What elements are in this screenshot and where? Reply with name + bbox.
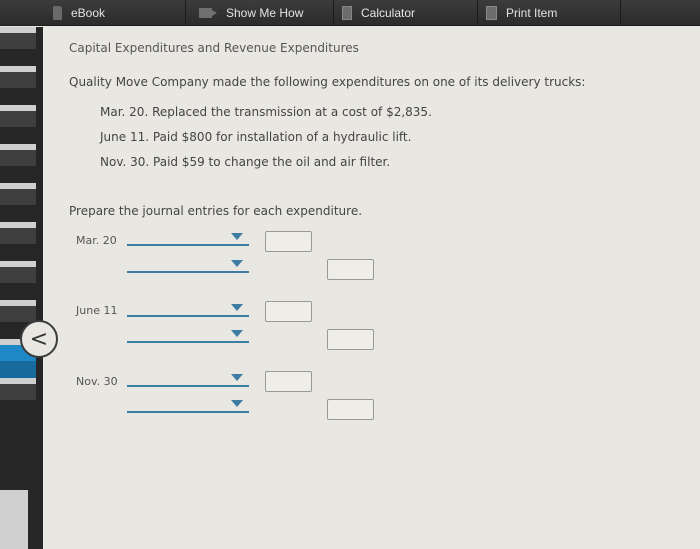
book-icon (53, 6, 62, 20)
expenditure-item: June 11. Paid $800 for installation of a… (100, 130, 412, 144)
credit-amount-input[interactable] (327, 399, 374, 420)
debit-amount-input[interactable] (265, 301, 312, 322)
toolbar-divider (620, 0, 621, 26)
print-item-button[interactable]: Print Item (486, 0, 557, 26)
expenditure-item: Mar. 20. Replaced the transmission at a … (100, 105, 432, 119)
nav-item[interactable] (0, 144, 36, 183)
print-icon (486, 6, 497, 20)
debit-account-dropdown[interactable] (127, 303, 249, 317)
calculator-button[interactable]: Calculator (342, 0, 415, 26)
dropdown-arrow-icon (231, 374, 243, 381)
debit-account-dropdown[interactable] (127, 373, 249, 387)
nav-item[interactable] (0, 183, 36, 222)
toolbar-divider (185, 0, 186, 26)
credit-amount-input[interactable] (327, 259, 374, 280)
entry-date: Mar. 20 (76, 234, 117, 247)
dropdown-arrow-icon (231, 330, 243, 337)
nav-item[interactable] (0, 261, 36, 300)
credit-account-dropdown[interactable] (127, 259, 249, 273)
credit-account-dropdown[interactable] (127, 399, 249, 413)
toolbar-divider (333, 0, 334, 26)
show-me-how-button[interactable]: Show Me How (199, 0, 303, 26)
credit-account-dropdown[interactable] (127, 329, 249, 343)
problem-content: Capital Expenditures and Revenue Expendi… (43, 27, 700, 549)
ebook-button[interactable]: eBook (53, 0, 105, 26)
debit-account-dropdown[interactable] (127, 232, 249, 246)
print-item-label: Print Item (506, 6, 558, 20)
expenditure-item: Nov. 30. Paid $59 to change the oil and … (100, 155, 391, 169)
calculator-icon (342, 6, 352, 20)
debit-amount-input[interactable] (265, 231, 312, 252)
calculator-label: Calculator (361, 6, 416, 20)
nav-item[interactable] (0, 27, 36, 66)
problem-title: Capital Expenditures and Revenue Expendi… (69, 41, 359, 55)
nav-item[interactable] (0, 105, 36, 144)
nav-panel-bottom (0, 490, 28, 549)
nav-item[interactable] (0, 66, 36, 105)
problem-intro: Quality Move Company made the following … (69, 75, 586, 89)
nav-item[interactable] (0, 222, 36, 261)
entry-date: Nov. 30 (76, 375, 118, 388)
dropdown-arrow-icon (231, 260, 243, 267)
toolbar-divider (477, 0, 478, 26)
nav-item[interactable] (0, 378, 36, 417)
entry-date: June 11 (76, 304, 118, 317)
instruction-text: Prepare the journal entries for each exp… (69, 204, 363, 218)
credit-amount-input[interactable] (327, 329, 374, 350)
dropdown-arrow-icon (231, 400, 243, 407)
question-nav (0, 27, 43, 549)
ebook-label: eBook (71, 6, 106, 20)
dropdown-arrow-icon (231, 233, 243, 240)
dropdown-arrow-icon (231, 304, 243, 311)
top-toolbar: eBook Show Me How Calculator Print Item (0, 0, 700, 26)
show-me-how-label: Show Me How (226, 6, 304, 20)
video-icon (199, 8, 217, 18)
debit-amount-input[interactable] (265, 371, 312, 392)
